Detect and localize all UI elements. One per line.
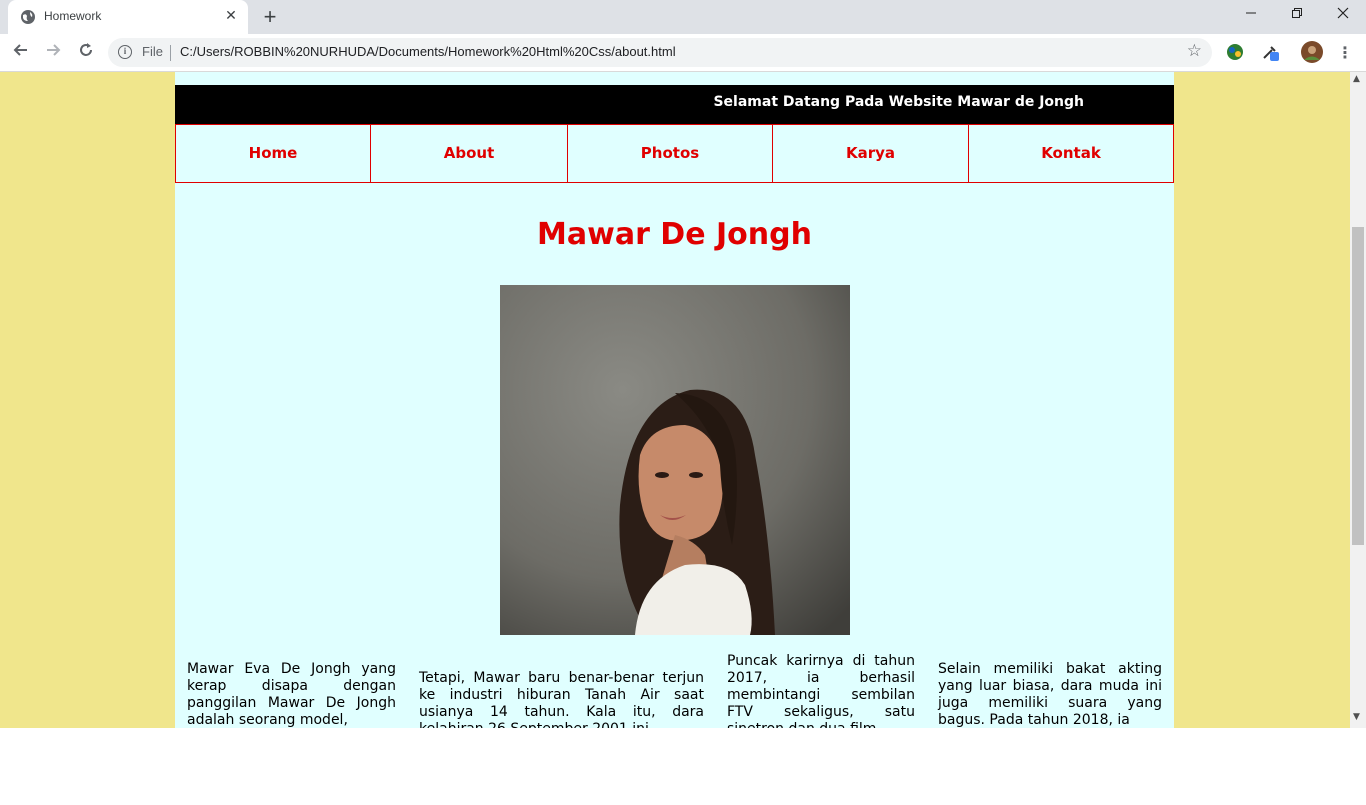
star-icon[interactable]: ☆ [1187, 41, 1202, 61]
reload-icon[interactable] [73, 40, 99, 66]
close-icon[interactable]: ✕ [222, 7, 240, 25]
nav-item-karya[interactable]: Karya [772, 124, 969, 183]
profile-avatar[interactable] [1301, 41, 1323, 63]
globe-icon [21, 10, 35, 24]
scroll-up-icon[interactable]: ▲ [1353, 74, 1360, 84]
page-viewport: Selamat Datang Pada Website Mawar de Jon… [0, 72, 1350, 728]
url-text[interactable]: C:/Users/ROBBIN%20NURHUDA/Documents/Home… [180, 44, 676, 59]
minimize-icon[interactable] [1228, 0, 1274, 30]
menu-icon[interactable]: ⋮ [1332, 40, 1358, 66]
extension-icon[interactable] [1225, 42, 1245, 62]
nav-bar: Home About Photos Karya Kontak [175, 124, 1174, 183]
nav-item-photos[interactable]: Photos [567, 124, 773, 183]
paragraph-4: Selain memiliki bakat akting yang luar b… [938, 661, 1162, 728]
back-icon[interactable] [8, 40, 34, 66]
main-container: Selamat Datang Pada Website Mawar de Jon… [175, 72, 1174, 728]
omnibox-divider [170, 45, 171, 61]
nav-item-kontak[interactable]: Kontak [968, 124, 1174, 183]
info-icon[interactable]: i [118, 45, 132, 59]
welcome-header: Selamat Datang Pada Website Mawar de Jon… [175, 85, 1174, 124]
tab-title: Homework [44, 9, 102, 23]
vertical-scrollbar[interactable]: ▲ ▼ [1350, 72, 1366, 728]
tab-homework[interactable]: Homework ✕ [8, 0, 248, 34]
nav-item-home[interactable]: Home [175, 124, 371, 183]
url-scheme: File [142, 44, 163, 59]
scroll-thumb[interactable] [1352, 227, 1364, 545]
window-close-icon[interactable] [1320, 0, 1366, 30]
paragraph-1: Mawar Eva De Jongh yang kerap disapa den… [187, 661, 396, 728]
paragraph-2: Tetapi, Mawar baru benar-benar terjun ke… [419, 670, 704, 728]
forward-icon[interactable] [40, 40, 66, 66]
scroll-down-icon[interactable]: ▼ [1353, 712, 1360, 722]
address-bar[interactable]: i File C:/Users/ROBBIN%20NURHUDA/Documen… [108, 38, 1212, 67]
page-title: Mawar De Jongh [537, 217, 812, 252]
tab-strip: Homework ✕ + [0, 0, 1366, 34]
nav-item-about[interactable]: About [370, 124, 568, 183]
welcome-text: Selamat Datang Pada Website Mawar de Jon… [713, 94, 1084, 110]
plus-icon[interactable]: + [258, 5, 282, 29]
restore-icon[interactable] [1274, 0, 1320, 30]
browser-toolbar: i File C:/Users/ROBBIN%20NURHUDA/Documen… [0, 34, 1366, 72]
profile-photo [500, 285, 850, 635]
paragraph-3: Puncak karirnya di tahun 2017, ia berhas… [727, 653, 915, 728]
eyedropper-icon[interactable] [1260, 42, 1280, 62]
blank-area [0, 728, 1366, 805]
